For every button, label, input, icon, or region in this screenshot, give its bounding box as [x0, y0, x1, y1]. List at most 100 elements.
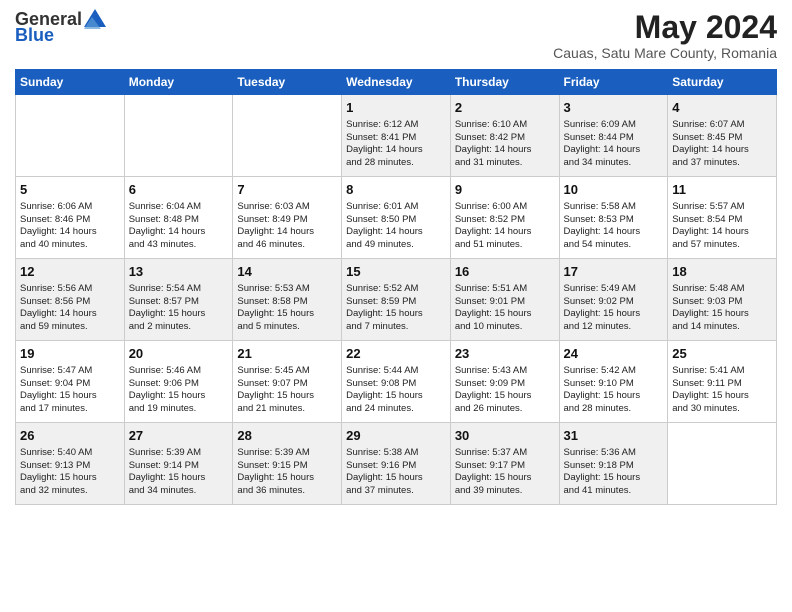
calendar-week-row: 26 Sunrise: 5:40 AM Sunset: 9:13 PM Dayli…	[16, 423, 777, 505]
calendar-cell: 25 Sunrise: 5:41 AM Sunset: 9:11 PM Dayli…	[668, 341, 777, 423]
calendar-cell: 10 Sunrise: 5:58 AM Sunset: 8:53 PM Dayli…	[559, 177, 668, 259]
calendar-cell: 24 Sunrise: 5:42 AM Sunset: 9:10 PM Dayli…	[559, 341, 668, 423]
calendar-header-sunday: Sunday	[16, 70, 125, 95]
calendar-cell: 16 Sunrise: 5:51 AM Sunset: 9:01 PM Dayli…	[450, 259, 559, 341]
day-info: Sunrise: 6:10 AM Sunset: 8:42 PM Dayligh…	[455, 119, 555, 170]
day-number: 12	[20, 263, 120, 281]
day-info: Sunrise: 5:48 AM Sunset: 9:03 PM Dayligh…	[672, 283, 772, 334]
calendar-cell: 9 Sunrise: 6:00 AM Sunset: 8:52 PM Daylig…	[450, 177, 559, 259]
calendar-header-row: SundayMondayTuesdayWednesdayThursdayFrid…	[16, 70, 777, 95]
header: General Blue May 2024 Cauas, Satu Mare C…	[15, 10, 777, 61]
day-number: 16	[455, 263, 555, 281]
calendar-week-row: 19Sunrise: 5:47 AM Sunset: 9:04 PM Dayli…	[16, 341, 777, 423]
main-title: May 2024	[553, 10, 777, 45]
calendar-cell: 18 Sunrise: 5:48 AM Sunset: 9:03 PM Dayli…	[668, 259, 777, 341]
calendar-cell: 19Sunrise: 5:47 AM Sunset: 9:04 PM Dayli…	[16, 341, 125, 423]
day-number: 25	[672, 345, 772, 363]
day-info: Sunrise: 5:41 AM Sunset: 9:11 PM Dayligh…	[672, 365, 772, 416]
page: General Blue May 2024 Cauas, Satu Mare C…	[0, 0, 792, 515]
day-info: Sunrise: 5:42 AM Sunset: 9:10 PM Dayligh…	[564, 365, 664, 416]
day-number: 23	[455, 345, 555, 363]
calendar-cell: 11Sunrise: 5:57 AM Sunset: 8:54 PM Dayli…	[668, 177, 777, 259]
day-number: 15	[346, 263, 446, 281]
calendar-table: SundayMondayTuesdayWednesdayThursdayFrid…	[15, 69, 777, 505]
calendar-cell: 26 Sunrise: 5:40 AM Sunset: 9:13 PM Dayli…	[16, 423, 125, 505]
day-number: 5	[20, 181, 120, 199]
calendar-cell: 14 Sunrise: 5:53 AM Sunset: 8:58 PM Dayli…	[233, 259, 342, 341]
day-number: 3	[564, 99, 664, 117]
day-info: Sunrise: 6:09 AM Sunset: 8:44 PM Dayligh…	[564, 119, 664, 170]
day-info: Sunrise: 5:51 AM Sunset: 9:01 PM Dayligh…	[455, 283, 555, 334]
day-number: 22	[346, 345, 446, 363]
logo-blue: Blue	[15, 26, 54, 46]
day-info: Sunrise: 6:03 AM Sunset: 8:49 PM Dayligh…	[237, 201, 337, 252]
calendar-cell: 2 Sunrise: 6:10 AM Sunset: 8:42 PM Daylig…	[450, 95, 559, 177]
day-info: Sunrise: 5:54 AM Sunset: 8:57 PM Dayligh…	[129, 283, 229, 334]
calendar-cell: 8 Sunrise: 6:01 AM Sunset: 8:50 PM Daylig…	[342, 177, 451, 259]
day-number: 14	[237, 263, 337, 281]
day-number: 1	[346, 99, 446, 117]
calendar-cell: 17Sunrise: 5:49 AM Sunset: 9:02 PM Dayli…	[559, 259, 668, 341]
day-info: Sunrise: 5:43 AM Sunset: 9:09 PM Dayligh…	[455, 365, 555, 416]
day-number: 8	[346, 181, 446, 199]
calendar-cell: 3 Sunrise: 6:09 AM Sunset: 8:44 PM Daylig…	[559, 95, 668, 177]
calendar-header-tuesday: Tuesday	[233, 70, 342, 95]
day-number: 13	[129, 263, 229, 281]
day-number: 9	[455, 181, 555, 199]
day-info: Sunrise: 5:38 AM Sunset: 9:16 PM Dayligh…	[346, 447, 446, 498]
day-info: Sunrise: 5:53 AM Sunset: 8:58 PM Dayligh…	[237, 283, 337, 334]
calendar-header-friday: Friday	[559, 70, 668, 95]
day-info: Sunrise: 5:58 AM Sunset: 8:53 PM Dayligh…	[564, 201, 664, 252]
logo: General Blue	[15, 10, 106, 46]
day-number: 4	[672, 99, 772, 117]
calendar-header-saturday: Saturday	[668, 70, 777, 95]
day-number: 28	[237, 427, 337, 445]
title-block: May 2024 Cauas, Satu Mare County, Romani…	[553, 10, 777, 61]
day-info: Sunrise: 5:36 AM Sunset: 9:18 PM Dayligh…	[564, 447, 664, 498]
day-number: 26	[20, 427, 120, 445]
calendar-cell: 4Sunrise: 6:07 AM Sunset: 8:45 PM Daylig…	[668, 95, 777, 177]
day-number: 11	[672, 181, 772, 199]
day-number: 18	[672, 263, 772, 281]
day-info: Sunrise: 5:44 AM Sunset: 9:08 PM Dayligh…	[346, 365, 446, 416]
calendar-week-row: 1 Sunrise: 6:12 AM Sunset: 8:41 PM Daylig…	[16, 95, 777, 177]
day-info: Sunrise: 6:06 AM Sunset: 8:46 PM Dayligh…	[20, 201, 120, 252]
day-number: 21	[237, 345, 337, 363]
day-number: 10	[564, 181, 664, 199]
day-number: 17	[564, 263, 664, 281]
day-info: Sunrise: 6:01 AM Sunset: 8:50 PM Dayligh…	[346, 201, 446, 252]
day-number: 31	[564, 427, 664, 445]
day-number: 29	[346, 427, 446, 445]
day-info: Sunrise: 5:39 AM Sunset: 9:15 PM Dayligh…	[237, 447, 337, 498]
logo-icon	[84, 7, 106, 29]
day-number: 24	[564, 345, 664, 363]
calendar-cell: 30Sunrise: 5:37 AM Sunset: 9:17 PM Dayli…	[450, 423, 559, 505]
day-info: Sunrise: 5:40 AM Sunset: 9:13 PM Dayligh…	[20, 447, 120, 498]
calendar-cell: 15Sunrise: 5:52 AM Sunset: 8:59 PM Dayli…	[342, 259, 451, 341]
calendar-cell: 13 Sunrise: 5:54 AM Sunset: 8:57 PM Dayli…	[124, 259, 233, 341]
day-number: 2	[455, 99, 555, 117]
calendar-cell: 22 Sunrise: 5:44 AM Sunset: 9:08 PM Dayli…	[342, 341, 451, 423]
day-number: 27	[129, 427, 229, 445]
day-info: Sunrise: 6:12 AM Sunset: 8:41 PM Dayligh…	[346, 119, 446, 170]
calendar-cell: 27 Sunrise: 5:39 AM Sunset: 9:14 PM Dayli…	[124, 423, 233, 505]
day-info: Sunrise: 5:56 AM Sunset: 8:56 PM Dayligh…	[20, 283, 120, 334]
calendar-cell: 5 Sunrise: 6:06 AM Sunset: 8:46 PM Daylig…	[16, 177, 125, 259]
day-number: 20	[129, 345, 229, 363]
day-info: Sunrise: 6:04 AM Sunset: 8:48 PM Dayligh…	[129, 201, 229, 252]
day-info: Sunrise: 6:00 AM Sunset: 8:52 PM Dayligh…	[455, 201, 555, 252]
day-info: Sunrise: 5:39 AM Sunset: 9:14 PM Dayligh…	[129, 447, 229, 498]
day-info: Sunrise: 5:37 AM Sunset: 9:17 PM Dayligh…	[455, 447, 555, 498]
calendar-cell: 21Sunrise: 5:45 AM Sunset: 9:07 PM Dayli…	[233, 341, 342, 423]
calendar-cell	[668, 423, 777, 505]
calendar-cell: 1 Sunrise: 6:12 AM Sunset: 8:41 PM Daylig…	[342, 95, 451, 177]
day-number: 19	[20, 345, 120, 363]
calendar-week-row: 12 Sunrise: 5:56 AM Sunset: 8:56 PM Dayli…	[16, 259, 777, 341]
calendar-cell: 6Sunrise: 6:04 AM Sunset: 8:48 PM Daylig…	[124, 177, 233, 259]
calendar-cell	[233, 95, 342, 177]
day-info: Sunrise: 5:46 AM Sunset: 9:06 PM Dayligh…	[129, 365, 229, 416]
calendar-cell: 31 Sunrise: 5:36 AM Sunset: 9:18 PM Dayli…	[559, 423, 668, 505]
calendar-cell: 20 Sunrise: 5:46 AM Sunset: 9:06 PM Dayli…	[124, 341, 233, 423]
calendar-header-thursday: Thursday	[450, 70, 559, 95]
day-number: 7	[237, 181, 337, 199]
